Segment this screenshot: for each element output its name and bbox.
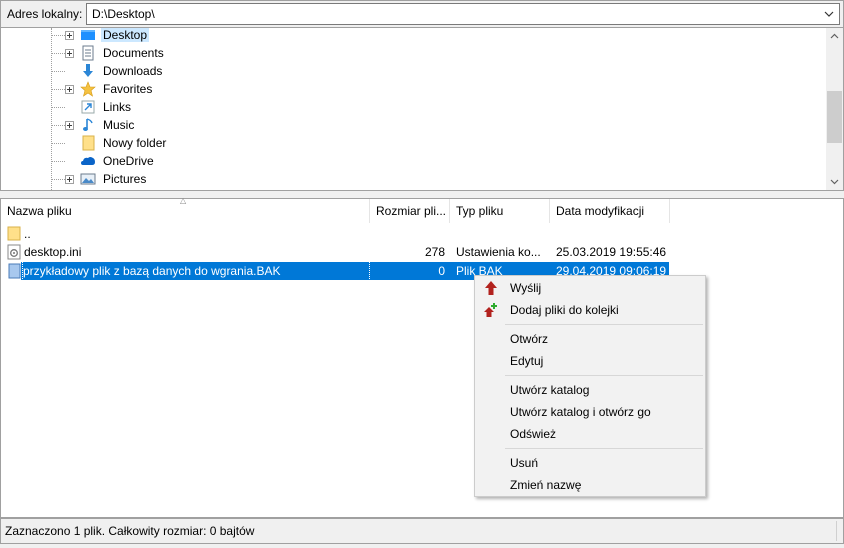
tree-item-links[interactable]: Links <box>65 98 133 116</box>
address-label: Adres lokalny: <box>7 7 83 21</box>
menu-separator <box>505 375 703 376</box>
menu-item-label: Otwórz <box>510 332 549 346</box>
tree-scrollbar[interactable] <box>826 28 843 190</box>
file-size: 0 <box>438 264 445 278</box>
file-name: .. <box>24 227 31 241</box>
tree-item-label: Downloads <box>103 64 163 78</box>
column-header-type[interactable]: Typ pliku <box>450 199 550 223</box>
expand-icon[interactable] <box>65 174 74 184</box>
file-modified: 25.03.2019 19:55:46 <box>556 245 667 259</box>
documents-icon <box>82 45 94 61</box>
ini-file-icon <box>7 244 21 260</box>
favorites-icon <box>80 81 96 97</box>
expand-icon[interactable] <box>65 30 74 40</box>
parent-folder-icon <box>7 226 21 241</box>
list-header: Nazwa pliku △ Rozmiar pli... Typ pliku D… <box>1 196 843 223</box>
bak-file-icon <box>8 263 21 279</box>
menu-item-open[interactable]: Otwórz <box>477 328 703 350</box>
local-directory-tree[interactable]: Desktop Documents Downloads Favorites Li… <box>0 27 844 191</box>
menu-item-label: Odśwież <box>510 427 557 441</box>
tree-item-label: Music <box>103 118 135 132</box>
menu-item-label: Edytuj <box>510 354 544 368</box>
tree-item-label: Pictures <box>103 172 147 186</box>
menu-item-refresh[interactable]: Odśwież <box>477 423 703 445</box>
links-icon <box>81 100 95 114</box>
tree-item-label: Nowy folder <box>103 136 167 150</box>
address-value[interactable]: D:\Desktop\ <box>92 7 155 21</box>
pane-splitter[interactable] <box>0 191 844 198</box>
file-name: desktop.ini <box>24 245 82 259</box>
pictures-icon <box>80 173 96 185</box>
tree-item-pictures[interactable]: Pictures <box>65 170 148 188</box>
address-bar: Adres lokalny: D:\Desktop\ <box>0 0 844 27</box>
menu-item-add-to-queue[interactable]: Dodaj pliki do kolejki <box>477 299 703 321</box>
tree-item-label: Favorites <box>103 82 153 96</box>
chevron-down-icon[interactable] <box>821 6 837 22</box>
expand-icon[interactable] <box>65 120 74 130</box>
tree-item-desktop[interactable]: Desktop <box>65 28 150 44</box>
music-icon <box>83 118 93 131</box>
expand-icon[interactable] <box>65 84 74 94</box>
status-divider <box>836 521 837 541</box>
tree-item-label: Documents <box>103 46 164 60</box>
menu-item-rename[interactable]: Zmień nazwę <box>477 474 703 496</box>
menu-item-label: Dodaj pliki do kolejki <box>510 303 619 317</box>
column-header-size[interactable]: Rozmiar pli... <box>370 199 450 223</box>
tree-item-label: Desktop <box>101 28 150 42</box>
tree-item-music[interactable]: Music <box>65 116 136 134</box>
menu-item-delete[interactable]: Usuń <box>477 452 703 474</box>
menu-item-label: Utwórz katalog i otwórz go <box>510 405 651 419</box>
folder-icon <box>82 135 95 151</box>
tree-item-onedrive[interactable]: OneDrive <box>65 152 156 170</box>
desktop-folder-icon <box>81 30 95 40</box>
file-name: przykładowy plik z bazą danych do wgrani… <box>22 261 370 281</box>
file-size: 278 <box>424 245 445 259</box>
tree-item-label: Links <box>103 100 132 114</box>
local-file-list[interactable]: Nazwa pliku △ Rozmiar pli... Typ pliku D… <box>0 196 844 518</box>
scroll-up-icon[interactable] <box>826 28 843 45</box>
address-combobox[interactable]: D:\Desktop\ <box>86 3 840 25</box>
tree-item-favorites[interactable]: Favorites <box>65 80 154 98</box>
onedrive-icon <box>81 157 95 165</box>
status-bar: Zaznaczono 1 plik. Całkowity rozmiar: 0 … <box>0 518 844 544</box>
add-to-queue-icon <box>484 303 497 317</box>
table-row[interactable]: .. <box>1 225 843 243</box>
context-menu: Wyślij Dodaj pliki do kolejki Otwórz Edy… <box>474 275 706 497</box>
menu-item-create-directory[interactable]: Utwórz katalog <box>477 379 703 401</box>
tree-item-documents[interactable]: Documents <box>65 44 166 62</box>
menu-item-edit[interactable]: Edytuj <box>477 350 703 372</box>
upload-arrow-icon <box>485 281 497 295</box>
tree-item-label: OneDrive <box>103 154 154 168</box>
expand-icon[interactable] <box>65 48 74 58</box>
downloads-icon <box>83 64 93 77</box>
menu-item-label: Usuń <box>510 456 539 470</box>
table-row-selected[interactable]: przykładowy plik z bazą danych do wgrani… <box>1 261 843 281</box>
scroll-down-icon[interactable] <box>826 173 843 190</box>
menu-item-label: Utwórz katalog <box>510 383 590 397</box>
column-header-modified[interactable]: Data modyfikacji <box>550 199 670 223</box>
status-text: Zaznaczono 1 plik. Całkowity rozmiar: 0 … <box>5 524 255 538</box>
menu-item-label: Zmień nazwę <box>510 478 582 492</box>
table-row[interactable]: desktop.ini 278 Ustawienia ko... 25.03.2… <box>1 243 843 261</box>
menu-item-create-and-open-directory[interactable]: Utwórz katalog i otwórz go <box>477 401 703 423</box>
tree-item-downloads[interactable]: Downloads <box>65 62 164 80</box>
menu-item-label: Wyślij <box>510 281 542 295</box>
file-type: Ustawienia ko... <box>456 245 541 259</box>
menu-item-upload[interactable]: Wyślij <box>477 277 703 299</box>
sort-ascending-icon: △ <box>180 196 187 205</box>
menu-separator <box>505 448 703 449</box>
scrollbar-thumb[interactable] <box>827 91 842 143</box>
menu-separator <box>505 324 703 325</box>
tree-item-nowy-folder[interactable]: Nowy folder <box>65 134 168 152</box>
